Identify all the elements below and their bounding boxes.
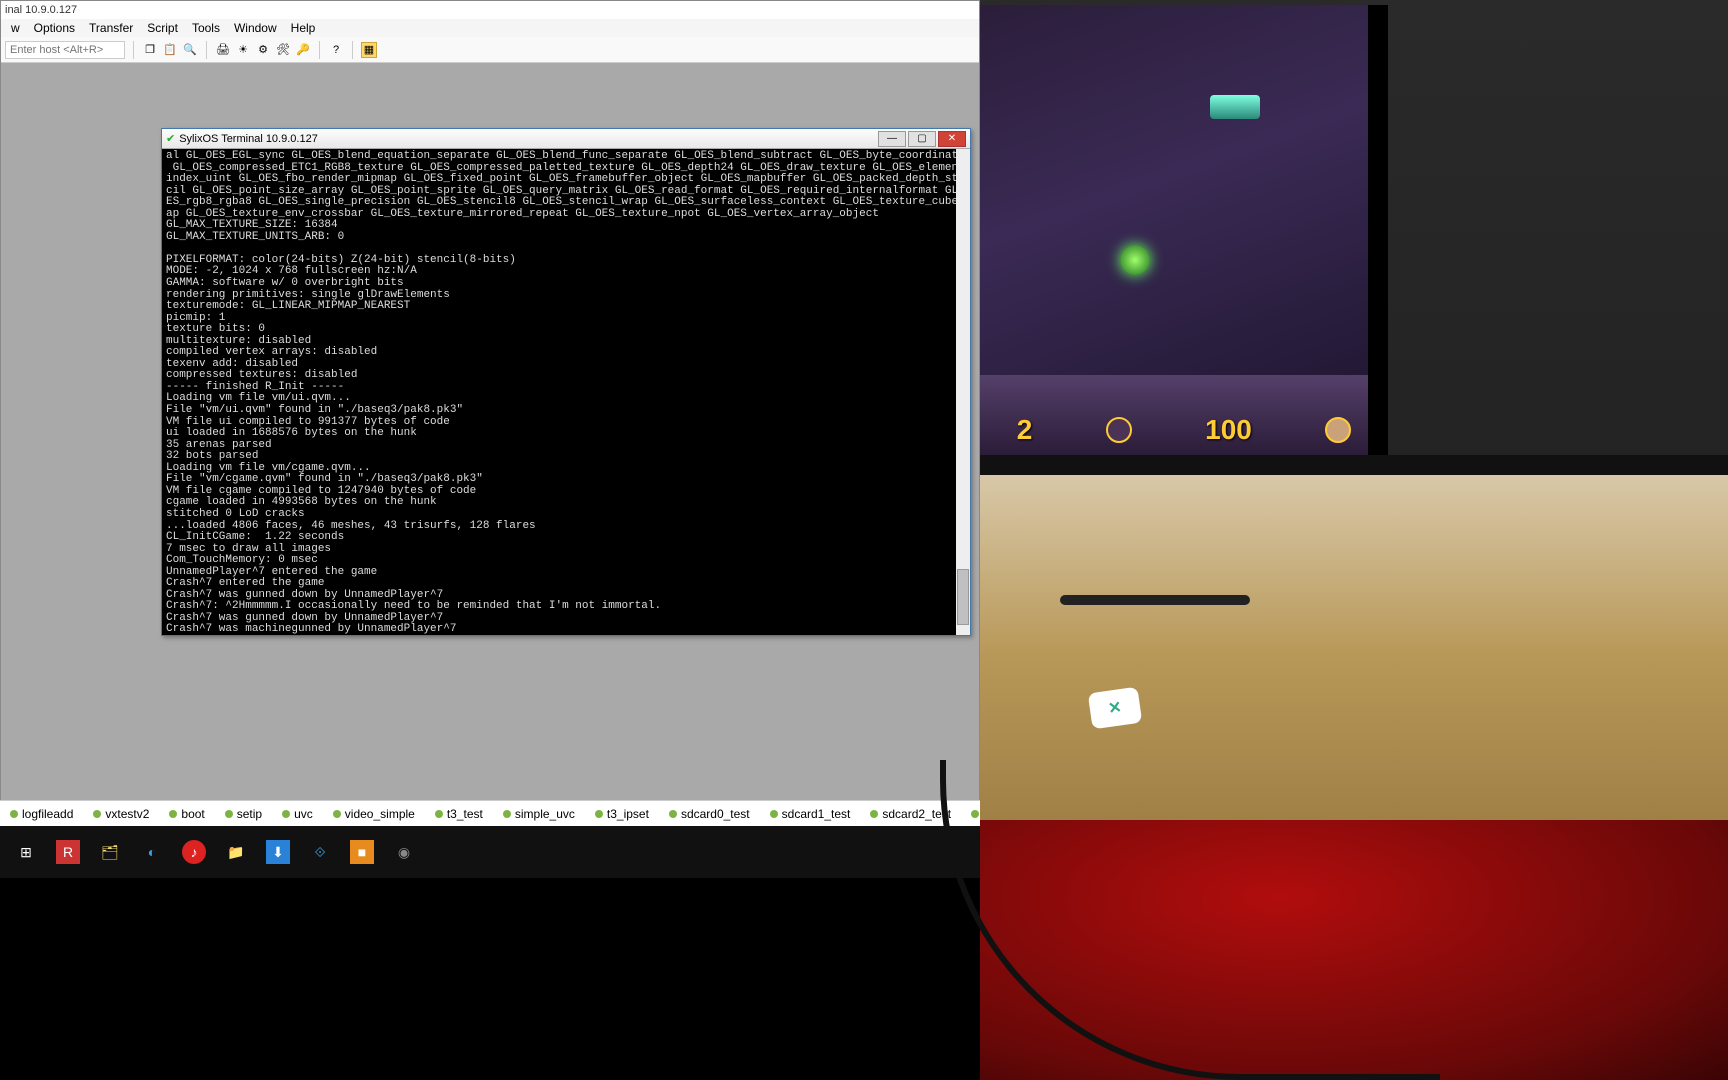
workspace: ✔ SylixOS Terminal 10.9.0.127 — ▢ ✕ al G… [1,63,979,825]
bottom-tab[interactable]: logfileadd [0,807,83,821]
tab-status-dot-icon [333,810,341,818]
hud-health: 100 [1205,414,1252,446]
maximize-button[interactable]: ▢ [908,131,936,147]
key-icon[interactable]: 🔑 [295,42,311,58]
app-r-icon[interactable]: R [56,840,80,864]
menu-item-script[interactable]: Script [141,21,184,35]
tab-label: vxtestv2 [105,807,149,821]
settings-icon[interactable]: ☀ [235,42,251,58]
start-icon[interactable]: ⊞ [14,840,38,864]
monitor-edge [980,455,1728,475]
bottom-tabstrip: logfileadd vxtestv2 boot setip uvc video_simp… [0,800,980,826]
explorer-icon[interactable]: 🗂 [98,840,122,864]
tab-label: setip [237,807,262,821]
host-app-window: inal 10.9.0.127 w Options Transfer Scrip… [0,0,980,826]
tab-status-dot-icon [282,810,290,818]
tab-label: sdcard1_test [782,807,851,821]
hud-avatar-icon [1325,417,1351,443]
tab-label: boot [181,807,204,821]
download-icon[interactable]: ⬇ [266,840,290,864]
menu-item-options[interactable]: Options [28,21,81,35]
bottom-tab[interactable]: t3_ipset [585,807,659,821]
tab-status-dot-icon [10,810,18,818]
menu-item-window[interactable]: Window [228,21,283,35]
bottom-tab[interactable]: t3_test [425,807,493,821]
taskbar: ⊞ R 🗂 ◐ ♪ 📁 ⬇ ⟐ ■ ◉ [0,826,980,878]
tab-status-dot-icon [669,810,677,818]
app-title: inal 10.9.0.127 [5,4,77,16]
toolbar-sep [352,41,353,59]
folder-icon[interactable]: 📁 [224,840,248,864]
terminal-text: al GL_OES_EGL_sync GL_OES_blend_equation… [166,150,970,635]
menu-bar: w Options Transfer Script Tools Window H… [1,19,979,37]
bottom-tab[interactable]: simple_uvc [493,807,585,821]
tab-status-dot-icon [770,810,778,818]
menu-item-transfer[interactable]: Transfer [83,21,139,35]
tab-label: sdcard0_test [681,807,750,821]
screen-bezel [1368,5,1388,455]
help-icon[interactable]: ? [328,42,344,58]
terminal-title: SylixOS Terminal 10.9.0.127 [179,133,318,145]
paste-icon[interactable]: 📋 [162,42,178,58]
tab-status-dot-icon [503,810,511,818]
hud-ammo-count: 2 [1017,414,1033,446]
tab-status-dot-icon [435,810,443,818]
close-button[interactable]: ✕ [938,131,966,147]
print-icon[interactable]: 🖨 [215,42,231,58]
vscode-icon[interactable]: ⟐ [308,840,332,864]
terminal-window: ✔ SylixOS Terminal 10.9.0.127 — ▢ ✕ al G… [161,128,971,636]
minimize-button[interactable]: — [878,131,906,147]
bottom-tab[interactable]: boot [159,807,214,821]
game-hud: 2 100 5 [980,415,1388,445]
find-icon[interactable]: 🔍 [182,42,198,58]
obs-icon[interactable]: ◉ [392,840,416,864]
bottom-tab[interactable]: video_simple [323,807,425,821]
game-screen: 2 100 5 [980,5,1388,455]
terminal-titlebar[interactable]: ✔ SylixOS Terminal 10.9.0.127 — ▢ ✕ [162,129,970,149]
host-input[interactable] [5,41,125,59]
scroll-thumb[interactable] [957,569,969,625]
bottom-tab[interactable]: uvc [272,807,323,821]
menu-item-w[interactable]: w [5,21,26,35]
game-window-glow [1210,95,1260,119]
hud-badge-icon [1106,417,1132,443]
toolbar-sep [206,41,207,59]
edge-icon[interactable]: ◐ [140,840,164,864]
tab-status-dot-icon [93,810,101,818]
bottom-tab[interactable]: sdcard0_test [659,807,760,821]
tools-icon[interactable]: 🛠 [275,42,291,58]
tab-status-dot-icon [595,810,603,818]
tab-label: uvc [294,807,313,821]
music-icon[interactable]: ♪ [182,840,206,864]
tab-label: t3_ipset [607,807,649,821]
app-orange-icon[interactable]: ■ [350,840,374,864]
toolbar-sep [133,41,134,59]
copy-icon[interactable]: ❐ [142,42,158,58]
menu-item-help[interactable]: Help [285,21,322,35]
tab-status-dot-icon [870,810,878,818]
game-green-light [1120,245,1150,275]
pen-object [1060,595,1250,605]
tab-label: video_simple [345,807,415,821]
bottom-tab[interactable]: setip [215,807,272,821]
bottom-tab[interactable]: vxtestv2 [83,807,159,821]
terminal-scrollbar[interactable] [956,149,970,635]
terminal-output[interactable]: al GL_OES_EGL_sync GL_OES_blend_equation… [162,149,970,635]
tab-label: simple_uvc [515,807,575,821]
tab-label: t3_test [447,807,483,821]
tab-status-dot-icon [225,810,233,818]
tab-label: logfileadd [22,807,73,821]
camera-photo-area: 2 100 5 ✕ [980,0,1728,1080]
toolbar-sep [319,41,320,59]
app-titlebar: inal 10.9.0.127 [1,1,979,19]
tab-status-dot-icon [169,810,177,818]
bottom-tab[interactable]: sdcard1_test [760,807,861,821]
connected-icon: ✔ [166,132,175,145]
menu-item-tools[interactable]: Tools [186,21,226,35]
usb-stick: ✕ [1088,687,1143,730]
gear-icon[interactable]: ⚙ [255,42,271,58]
toolbar: ❐ 📋 🔍 🖨 ☀ ⚙ 🛠 🔑 ? ▦ [1,37,979,63]
plus-icon[interactable]: ▦ [361,42,377,58]
